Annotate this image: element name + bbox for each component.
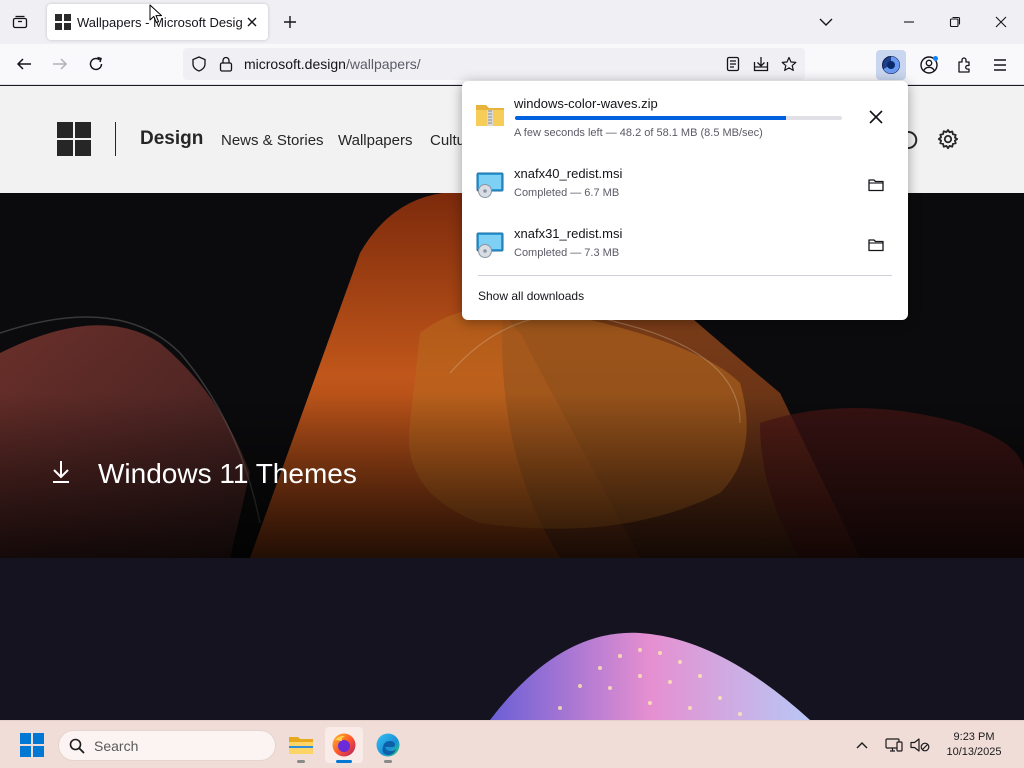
new-tab-button[interactable] — [280, 12, 300, 32]
save-page-icon — [753, 57, 769, 72]
clock-date: 10/13/2025 — [946, 746, 1002, 758]
second-wallpaper-image[interactable] — [0, 558, 1024, 720]
download-item[interactable]: xnafx40_redist.msi Completed — 6.7 MB — [470, 159, 900, 215]
reload-button[interactable] — [84, 52, 108, 76]
download-status: Completed — 6.7 MB — [514, 187, 620, 199]
account-icon — [920, 56, 938, 74]
maximize-button[interactable] — [940, 8, 970, 36]
settings-button[interactable] — [935, 127, 961, 153]
chevron-up-icon — [856, 742, 868, 749]
url-text[interactable]: microsoft.design/wallpapers/ — [244, 56, 421, 72]
cancel-download-button[interactable] — [860, 101, 892, 133]
tab-close-button[interactable] — [244, 14, 260, 30]
reader-view-icon — [726, 56, 740, 72]
chevron-down-icon — [819, 18, 833, 26]
nav-culture[interactable]: Cultu — [430, 132, 465, 149]
star-icon — [781, 56, 797, 71]
firefox-app[interactable] — [325, 727, 363, 763]
arrow-right-icon — [53, 58, 68, 70]
navigation-toolbar: microsoft.design/wallpapers/ — [0, 44, 1024, 85]
download-filename: windows-color-waves.zip — [514, 96, 658, 111]
clock-time: 9:23 PM — [953, 731, 995, 743]
app-menu-button[interactable] — [985, 50, 1015, 80]
tab-groups-icon — [12, 15, 28, 29]
download-status: A few seconds left — 48.2 of 58.1 MB (8.… — [514, 127, 763, 139]
close-icon — [995, 16, 1007, 28]
restore-icon — [949, 16, 961, 28]
tracking-protection-shield-icon[interactable] — [191, 56, 207, 72]
show-all-downloads-link[interactable]: Show all downloads — [478, 289, 584, 303]
edge-app[interactable] — [369, 727, 407, 763]
close-window-button[interactable] — [986, 8, 1016, 36]
list-all-tabs-button[interactable] — [816, 12, 836, 32]
save-to-pocket-button[interactable] — [752, 55, 770, 73]
minimize-icon — [904, 21, 914, 23]
download-status: Completed — 7.3 MB — [514, 247, 620, 259]
folder-icon — [868, 239, 884, 252]
nav-wallpapers[interactable]: Wallpapers — [338, 132, 412, 149]
edge-icon — [376, 733, 400, 757]
installer-icon — [476, 172, 504, 198]
taskbar-search-box[interactable]: Search — [58, 730, 276, 761]
search-icon — [69, 738, 85, 754]
logo-divider — [115, 122, 116, 156]
search-placeholder: Search — [94, 738, 139, 754]
system-clock[interactable]: 9:23 PM 10/13/2025 — [934, 730, 1014, 760]
show-in-folder-button[interactable] — [860, 229, 892, 261]
reader-view-button[interactable] — [724, 55, 742, 73]
folder-icon — [868, 179, 884, 192]
download-progress-bar — [515, 116, 842, 120]
panel-divider — [478, 275, 892, 276]
volume-tray-button[interactable] — [910, 735, 930, 755]
microsoft-logo[interactable] — [57, 122, 91, 156]
url-path: /wallpapers/ — [345, 56, 421, 72]
tab-groups-button[interactable] — [8, 10, 32, 34]
file-explorer-icon — [289, 737, 313, 754]
arrow-left-icon — [16, 58, 31, 70]
firefox-icon — [332, 733, 356, 757]
puzzle-icon — [958, 57, 970, 73]
installer-icon — [476, 232, 504, 258]
plus-icon — [284, 16, 296, 28]
windows-logo-icon — [20, 733, 31, 744]
second-artwork — [0, 558, 1024, 720]
zip-folder-icon — [476, 105, 504, 126]
nav-news-stories[interactable]: News & Stories — [221, 132, 324, 149]
lock-icon[interactable] — [219, 56, 233, 72]
gear-icon — [937, 129, 959, 150]
brand-title[interactable]: Design — [140, 128, 203, 150]
mouse-cursor-icon — [149, 4, 162, 23]
download-icon[interactable] — [50, 460, 72, 484]
account-button[interactable] — [914, 50, 944, 80]
bookmark-button[interactable] — [780, 55, 798, 73]
show-in-folder-button[interactable] — [860, 169, 892, 201]
start-button[interactable] — [20, 733, 44, 757]
file-explorer-app[interactable] — [282, 727, 320, 763]
download-item[interactable]: windows-color-waves.zip A few seconds le… — [470, 89, 900, 145]
network-icon — [885, 738, 903, 752]
forward-button[interactable] — [48, 52, 72, 76]
show-hidden-icons-button[interactable] — [852, 735, 872, 755]
minimize-button[interactable] — [894, 8, 924, 36]
microsoft-favicon-icon — [55, 14, 71, 30]
hero-title[interactable]: Windows 11 Themes — [98, 458, 357, 490]
address-bar[interactable]: microsoft.design/wallpapers/ — [183, 48, 805, 80]
network-tray-button[interactable] — [884, 735, 904, 755]
downloads-button[interactable] — [876, 50, 906, 80]
close-icon — [869, 110, 883, 124]
reload-icon — [89, 56, 103, 71]
hamburger-menu-icon — [994, 59, 1006, 71]
extensions-button[interactable] — [950, 50, 980, 80]
download-progress-icon — [882, 56, 900, 74]
url-domain: microsoft.design — [244, 56, 346, 72]
close-icon — [247, 17, 257, 27]
download-filename: xnafx40_redist.msi — [514, 166, 623, 181]
downloads-panel: windows-color-waves.zip A few seconds le… — [462, 81, 908, 320]
download-item[interactable]: xnafx31_redist.msi Completed — 7.3 MB — [470, 219, 900, 275]
taskbar: Search — [0, 720, 1024, 768]
download-filename: xnafx31_redist.msi — [514, 226, 623, 241]
speaker-muted-icon — [910, 738, 930, 752]
back-button[interactable] — [12, 52, 36, 76]
